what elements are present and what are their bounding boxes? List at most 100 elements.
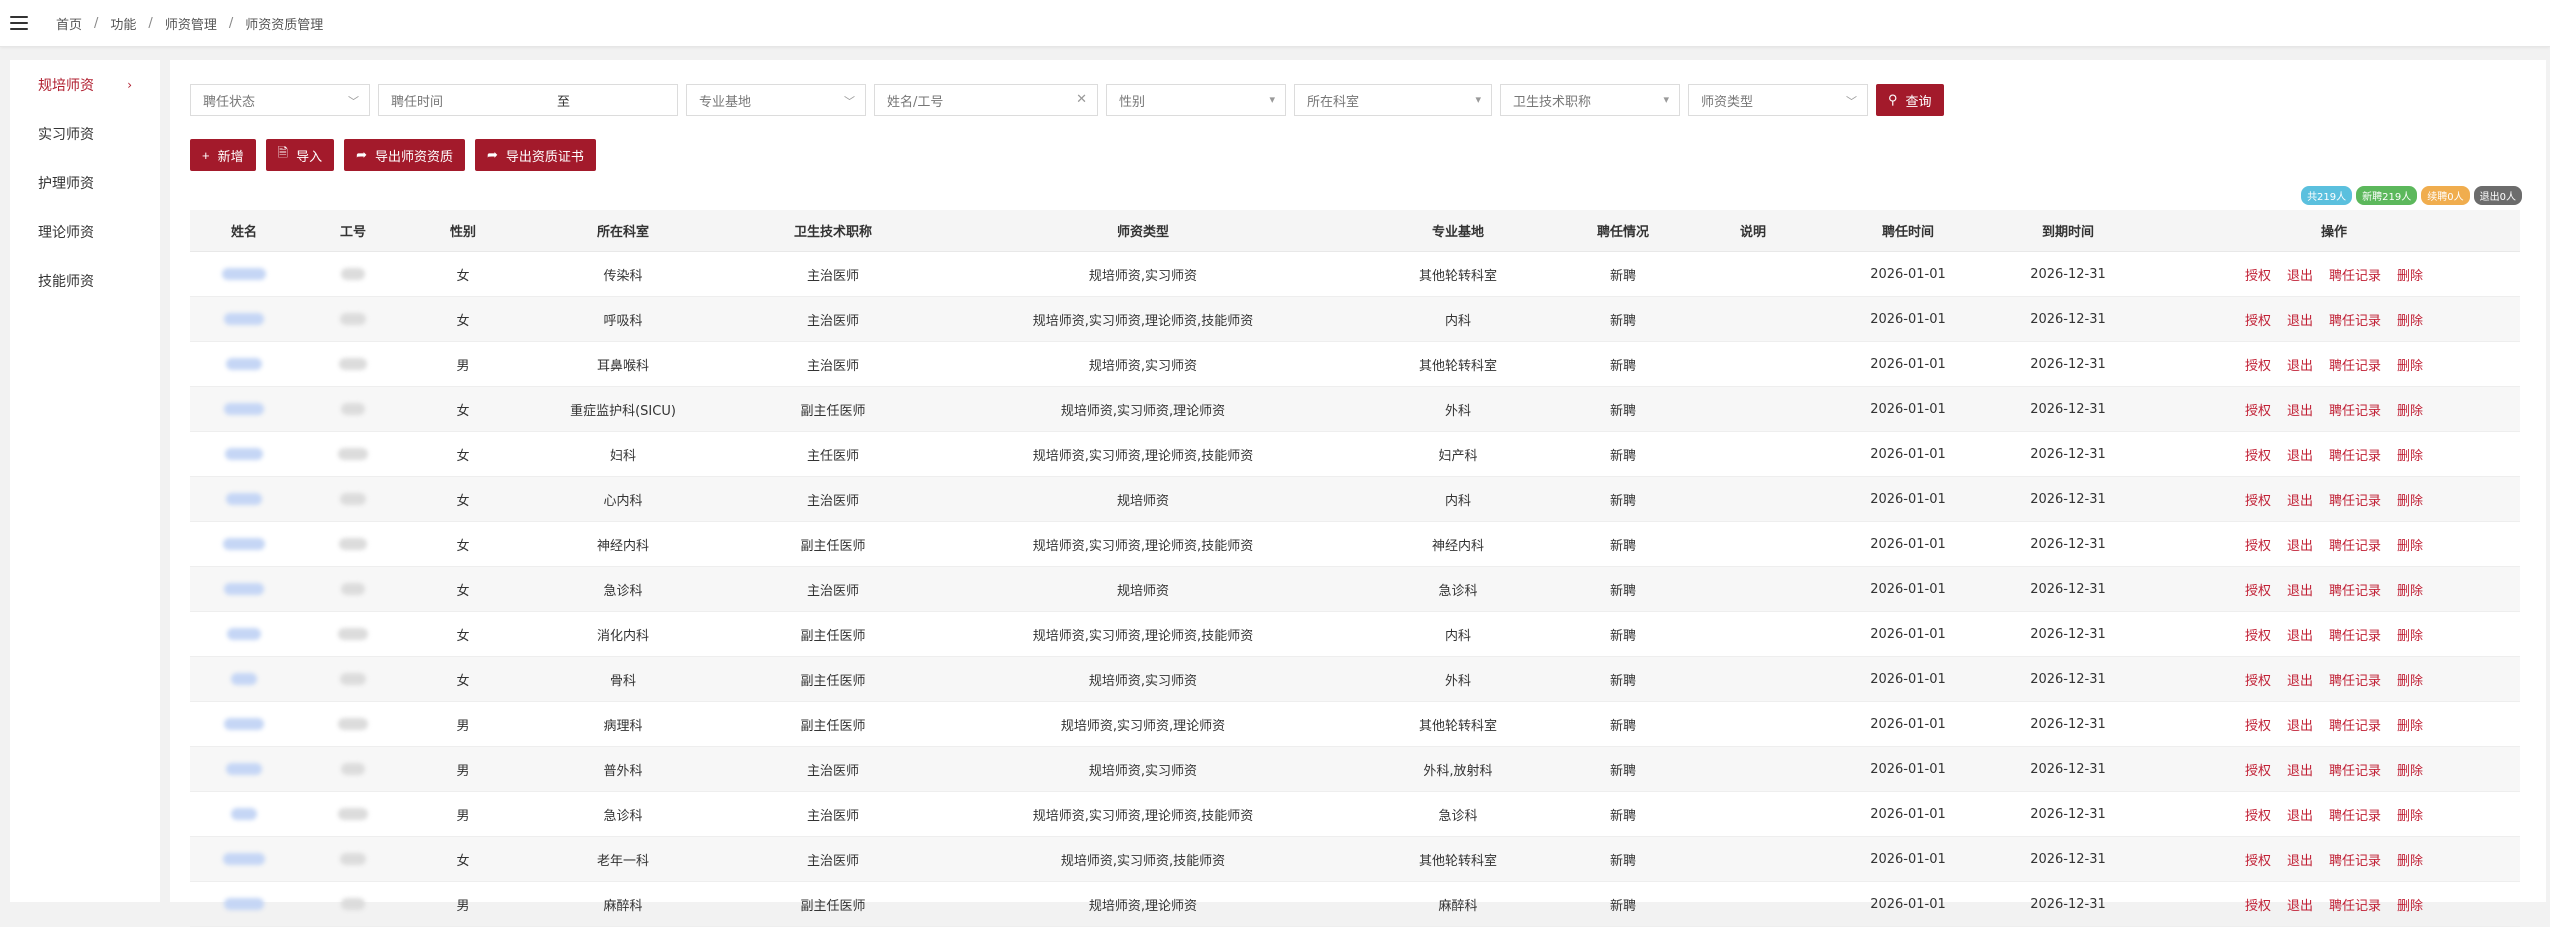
authorize-link[interactable]: 授权 xyxy=(2245,539,2271,554)
base-select[interactable]: 专业基地 ﹀ xyxy=(686,84,866,116)
sidebar-item-internship[interactable]: 实习师资 xyxy=(10,109,160,158)
exit-link[interactable]: 退出 xyxy=(2287,899,2313,914)
cell-name[interactable] xyxy=(190,521,298,567)
authorize-link[interactable]: 授权 xyxy=(2245,314,2271,329)
cell-name[interactable] xyxy=(190,251,298,297)
cell-name[interactable] xyxy=(190,476,298,522)
delete-link[interactable]: 删除 xyxy=(2397,404,2423,419)
name-id-input[interactable]: 姓名/工号 ✕ xyxy=(874,84,1098,116)
date-range-input[interactable]: 聘任时间 至 xyxy=(378,84,678,116)
exit-link[interactable]: 退出 xyxy=(2287,764,2313,779)
sidebar-item-nursing[interactable]: 护理师资 xyxy=(10,158,160,207)
redacted-name[interactable] xyxy=(223,538,265,550)
delete-link[interactable]: 删除 xyxy=(2397,269,2423,284)
authorize-link[interactable]: 授权 xyxy=(2245,404,2271,419)
add-button[interactable]: + 新增 xyxy=(190,139,256,171)
cell-name[interactable] xyxy=(190,791,298,837)
redacted-name[interactable] xyxy=(226,358,262,370)
appointment-record-link[interactable]: 聘任记录 xyxy=(2329,584,2381,599)
appointment-record-link[interactable]: 聘任记录 xyxy=(2329,719,2381,734)
redacted-name[interactable] xyxy=(224,718,264,730)
appointment-record-link[interactable]: 聘任记录 xyxy=(2329,674,2381,689)
title-select[interactable]: 卫生技术职称 ▾ xyxy=(1500,84,1680,116)
delete-link[interactable]: 删除 xyxy=(2397,314,2423,329)
export-cert-button[interactable]: ➦ 导出资质证书 xyxy=(475,139,596,171)
redacted-name[interactable] xyxy=(224,403,264,415)
breadcrumb-home[interactable]: 首页 xyxy=(56,14,82,33)
exit-link[interactable]: 退出 xyxy=(2287,359,2313,374)
cell-name[interactable] xyxy=(190,431,298,477)
authorize-link[interactable]: 授权 xyxy=(2245,584,2271,599)
cell-name[interactable] xyxy=(190,566,298,612)
delete-link[interactable]: 删除 xyxy=(2397,629,2423,644)
redacted-name[interactable] xyxy=(231,673,257,685)
appointment-record-link[interactable]: 聘任记录 xyxy=(2329,404,2381,419)
appointment-record-link[interactable]: 聘任记录 xyxy=(2329,854,2381,869)
exit-link[interactable]: 退出 xyxy=(2287,404,2313,419)
exit-link[interactable]: 退出 xyxy=(2287,674,2313,689)
gender-select[interactable]: 性别 ▾ xyxy=(1106,84,1286,116)
authorize-link[interactable]: 授权 xyxy=(2245,809,2271,824)
authorize-link[interactable]: 授权 xyxy=(2245,359,2271,374)
appointment-record-link[interactable]: 聘任记录 xyxy=(2329,494,2381,509)
exit-link[interactable]: 退出 xyxy=(2287,539,2313,554)
exit-link[interactable]: 退出 xyxy=(2287,269,2313,284)
delete-link[interactable]: 删除 xyxy=(2397,359,2423,374)
appointment-record-link[interactable]: 聘任记录 xyxy=(2329,899,2381,914)
delete-link[interactable]: 删除 xyxy=(2397,854,2423,869)
exit-link[interactable]: 退出 xyxy=(2287,314,2313,329)
appointment-record-link[interactable]: 聘任记录 xyxy=(2329,269,2381,284)
cell-name[interactable] xyxy=(190,296,298,342)
appointment-record-link[interactable]: 聘任记录 xyxy=(2329,629,2381,644)
delete-link[interactable]: 删除 xyxy=(2397,674,2423,689)
delete-link[interactable]: 删除 xyxy=(2397,809,2423,824)
redacted-name[interactable] xyxy=(224,583,264,595)
redacted-name[interactable] xyxy=(231,808,257,820)
delete-link[interactable]: 删除 xyxy=(2397,539,2423,554)
sidebar-item-skills[interactable]: 技能师资 xyxy=(10,256,160,305)
redacted-name[interactable] xyxy=(225,448,263,460)
appointment-record-link[interactable]: 聘任记录 xyxy=(2329,449,2381,464)
appointment-record-link[interactable]: 聘任记录 xyxy=(2329,539,2381,554)
cell-name[interactable] xyxy=(190,746,298,792)
redacted-name[interactable] xyxy=(222,268,266,280)
sidebar-item-standardized[interactable]: 规培师资 › xyxy=(10,60,160,109)
status-select[interactable]: 聘任状态 ﹀ xyxy=(190,84,370,116)
redacted-name[interactable] xyxy=(223,853,265,865)
cell-name[interactable] xyxy=(190,656,298,702)
exit-link[interactable]: 退出 xyxy=(2287,449,2313,464)
menu-toggle-icon[interactable] xyxy=(10,16,28,30)
authorize-link[interactable]: 授权 xyxy=(2245,764,2271,779)
cell-name[interactable] xyxy=(190,701,298,747)
cell-name[interactable] xyxy=(190,611,298,657)
exit-link[interactable]: 退出 xyxy=(2287,854,2313,869)
exit-link[interactable]: 退出 xyxy=(2287,809,2313,824)
authorize-link[interactable]: 授权 xyxy=(2245,674,2271,689)
authorize-link[interactable]: 授权 xyxy=(2245,449,2271,464)
exit-link[interactable]: 退出 xyxy=(2287,494,2313,509)
redacted-name[interactable] xyxy=(224,313,264,325)
redacted-name[interactable] xyxy=(224,898,264,910)
appointment-record-link[interactable]: 聘任记录 xyxy=(2329,764,2381,779)
type-select[interactable]: 师资类型 ﹀ xyxy=(1688,84,1868,116)
appointment-record-link[interactable]: 聘任记录 xyxy=(2329,809,2381,824)
sidebar-item-theory[interactable]: 理论师资 xyxy=(10,207,160,256)
redacted-name[interactable] xyxy=(226,763,262,775)
appointment-record-link[interactable]: 聘任记录 xyxy=(2329,314,2381,329)
delete-link[interactable]: 删除 xyxy=(2397,899,2423,914)
authorize-link[interactable]: 授权 xyxy=(2245,854,2271,869)
breadcrumb-function[interactable]: 功能 xyxy=(110,14,136,33)
exit-link[interactable]: 退出 xyxy=(2287,629,2313,644)
delete-link[interactable]: 删除 xyxy=(2397,584,2423,599)
dept-select[interactable]: 所在科室 ▾ xyxy=(1294,84,1492,116)
clear-icon[interactable]: ✕ xyxy=(1076,92,1087,107)
redacted-name[interactable] xyxy=(227,628,261,640)
cell-name[interactable] xyxy=(190,341,298,387)
authorize-link[interactable]: 授权 xyxy=(2245,494,2271,509)
query-button[interactable]: ⚲ 查询 xyxy=(1876,84,1944,116)
export-quality-button[interactable]: ➦ 导出师资资质 xyxy=(344,139,465,171)
import-button[interactable]: 🗎 导入 xyxy=(265,139,335,171)
authorize-link[interactable]: 授权 xyxy=(2245,899,2271,914)
delete-link[interactable]: 删除 xyxy=(2397,494,2423,509)
cell-name[interactable] xyxy=(190,836,298,882)
